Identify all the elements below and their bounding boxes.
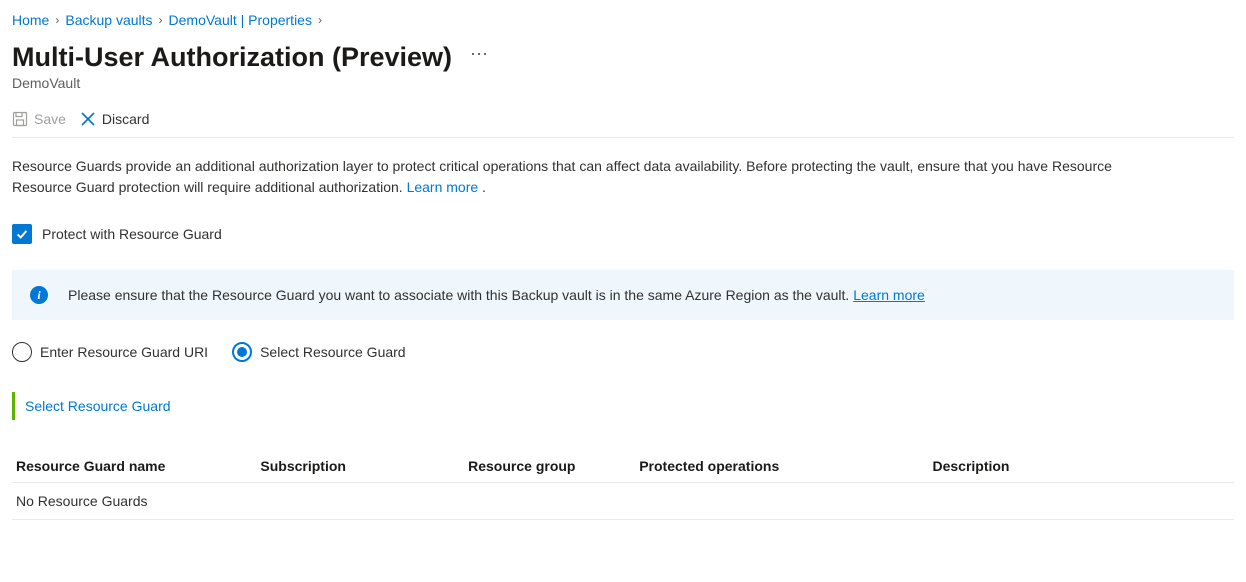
- save-icon: [12, 111, 28, 127]
- breadcrumb-backup-vaults[interactable]: Backup vaults: [65, 12, 152, 28]
- info-banner: i Please ensure that the Resource Guard …: [12, 270, 1234, 320]
- info-icon: i: [30, 286, 48, 304]
- select-resource-guard-wrap: Select Resource Guard: [12, 392, 171, 420]
- page-subtitle: DemoVault: [12, 75, 1234, 91]
- radio-group: Enter Resource Guard URI Select Resource…: [12, 342, 1234, 362]
- radio-circle-selected-icon: [232, 342, 252, 362]
- checkmark-icon: [15, 227, 29, 241]
- col-resource-group: Resource group: [464, 450, 635, 483]
- discard-button[interactable]: Discard: [80, 111, 149, 127]
- chevron-right-icon: ›: [318, 13, 322, 27]
- table-empty-text: No Resource Guards: [12, 483, 1234, 520]
- chevron-right-icon: ›: [55, 13, 59, 27]
- table-header-row: Resource Guard name Subscription Resourc…: [12, 450, 1234, 483]
- protect-checkbox[interactable]: [12, 224, 32, 244]
- description-line2-prefix: Resource Guard protection will require a…: [12, 179, 407, 195]
- save-label: Save: [34, 111, 66, 127]
- resource-guard-table: Resource Guard name Subscription Resourc…: [12, 450, 1234, 520]
- table-row-empty: No Resource Guards: [12, 483, 1234, 520]
- radio-enter-uri[interactable]: Enter Resource Guard URI: [12, 342, 208, 362]
- close-icon: [80, 111, 96, 127]
- info-banner-learn-more-link[interactable]: Learn more: [853, 287, 925, 303]
- breadcrumb: Home › Backup vaults › DemoVault | Prope…: [12, 8, 1234, 36]
- radio-enter-uri-label: Enter Resource Guard URI: [40, 344, 208, 360]
- radio-circle-icon: [12, 342, 32, 362]
- more-actions-icon[interactable]: ⋯: [470, 44, 489, 65]
- breadcrumb-demovault-properties[interactable]: DemoVault | Properties: [169, 12, 312, 28]
- radio-select-guard-label: Select Resource Guard: [260, 344, 406, 360]
- col-description: Description: [928, 450, 1234, 483]
- info-banner-text: Please ensure that the Resource Guard yo…: [68, 287, 853, 303]
- learn-more-link[interactable]: Learn more: [407, 179, 479, 195]
- info-banner-text-wrap: Please ensure that the Resource Guard yo…: [68, 287, 925, 303]
- breadcrumb-home[interactable]: Home: [12, 12, 49, 28]
- col-subscription: Subscription: [256, 450, 464, 483]
- col-protected-operations: Protected operations: [635, 450, 928, 483]
- discard-label: Discard: [102, 111, 149, 127]
- description-line2-suffix: .: [478, 179, 486, 195]
- col-resource-guard-name: Resource Guard name: [12, 450, 256, 483]
- toolbar: Save Discard: [12, 105, 1234, 138]
- page-title: Multi-User Authorization (Preview): [12, 42, 452, 73]
- chevron-right-icon: ›: [159, 13, 163, 27]
- protect-checkbox-row: Protect with Resource Guard: [12, 224, 1234, 244]
- radio-select-guard[interactable]: Select Resource Guard: [232, 342, 406, 362]
- protect-checkbox-label: Protect with Resource Guard: [42, 226, 222, 242]
- select-resource-guard-link[interactable]: Select Resource Guard: [25, 398, 171, 414]
- description-line1: Resource Guards provide an additional au…: [12, 158, 1112, 174]
- description-text: Resource Guards provide an additional au…: [12, 156, 1234, 198]
- save-button: Save: [12, 111, 66, 127]
